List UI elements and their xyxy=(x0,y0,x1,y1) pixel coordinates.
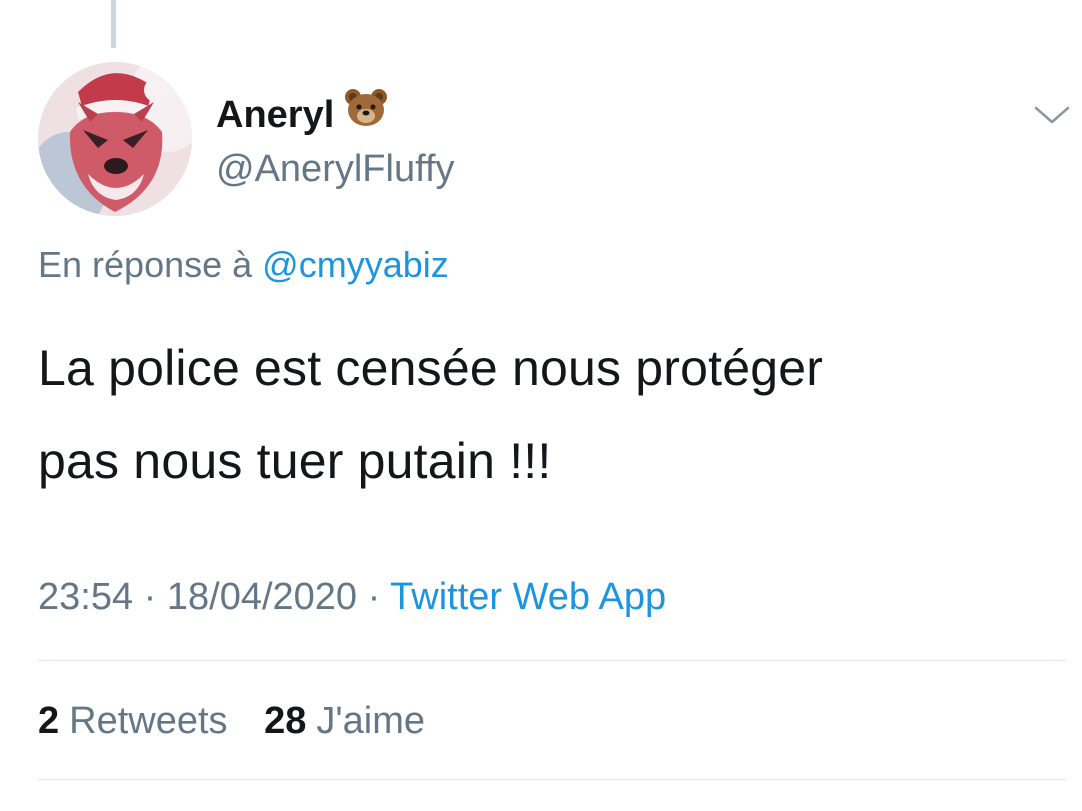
tweet-text-line: pas nous tuer putain !!! xyxy=(38,433,552,489)
retweets-stat[interactable]: 2 Retweets xyxy=(38,698,228,744)
tweet-text: La police est censée nous protéger pas n… xyxy=(38,322,1048,508)
divider xyxy=(38,660,1066,661)
author-display-name[interactable]: Aneryl xyxy=(216,89,388,139)
tweet-source-link[interactable]: Twitter Web App xyxy=(390,576,666,618)
avatar[interactable] xyxy=(38,62,192,216)
retweets-label: Retweets xyxy=(69,700,228,742)
tweet-meta: 23:54 · 18/04/2020 · Twitter Web App xyxy=(38,574,666,620)
reply-prefix: En réponse à xyxy=(38,244,253,285)
likes-label: J'aime xyxy=(316,700,426,742)
tweet-text-line: La police est censée nous protéger xyxy=(38,340,824,396)
retweets-count: 2 xyxy=(38,700,60,742)
author-handle[interactable]: @AnerylFluffy xyxy=(216,146,455,192)
chevron-down-icon[interactable] xyxy=(1032,100,1072,130)
likes-count: 28 xyxy=(264,700,307,742)
thread-connector-line xyxy=(111,0,116,48)
likes-stat[interactable]: 28 J'aime xyxy=(264,698,425,744)
tweet-time[interactable]: 23:54 xyxy=(38,576,133,618)
bear-face-icon xyxy=(344,88,388,139)
meta-separator: · xyxy=(367,576,381,618)
tweet-date[interactable]: 18/04/2020 xyxy=(167,576,357,618)
avatar-image xyxy=(38,62,192,216)
reply-mention-link[interactable]: @cmyyabiz xyxy=(262,244,449,285)
reply-context: En réponse à @cmyyabiz xyxy=(38,242,449,288)
divider xyxy=(38,779,1066,780)
meta-separator: · xyxy=(143,576,157,618)
tweet-stats: 2 Retweets 28 J'aime xyxy=(38,698,451,744)
author-name-text: Aneryl xyxy=(216,94,335,136)
